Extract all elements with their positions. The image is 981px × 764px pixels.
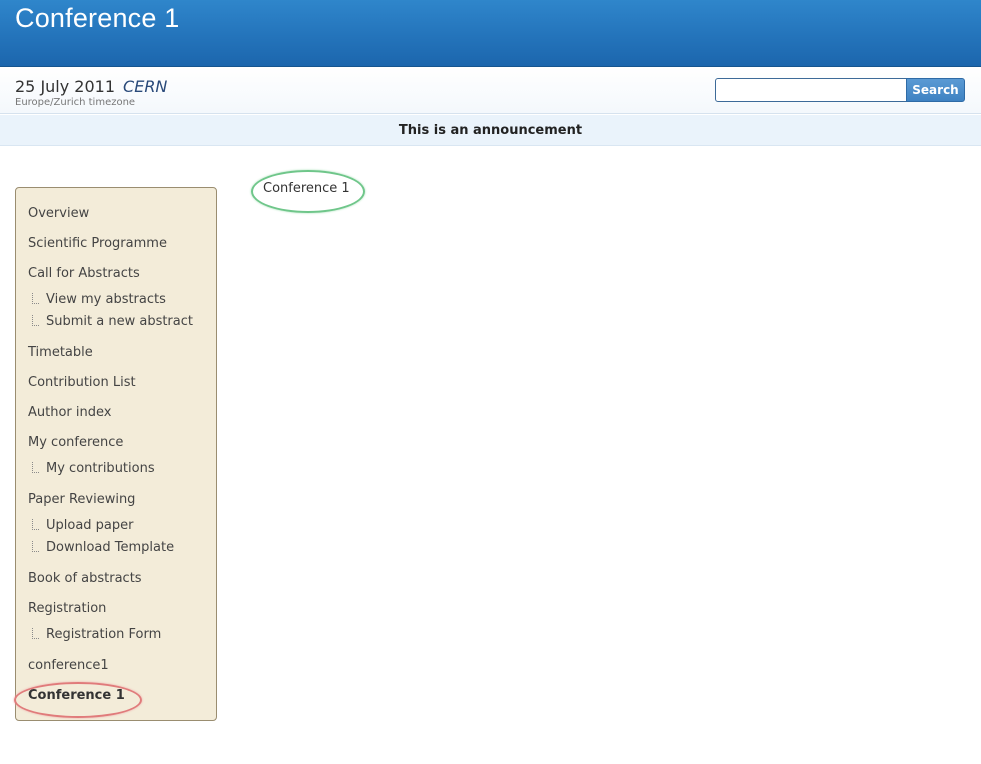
menu-subitem-my-contributions[interactable]: My contributions <box>30 461 155 476</box>
breadcrumb[interactable]: Conference 1 <box>263 181 350 196</box>
tree-connector-icon <box>32 293 39 304</box>
menu-subitem-registration-form[interactable]: Registration Form <box>30 627 161 642</box>
menu-item-scientific-programme[interactable]: Scientific Programme <box>28 236 167 251</box>
search-button[interactable]: Search <box>906 78 965 102</box>
tree-connector-icon <box>32 462 39 473</box>
menu-subitem-upload-paper[interactable]: Upload paper <box>30 518 134 533</box>
menu-subitem-label: Upload paper <box>46 518 134 533</box>
announcement-banner: This is an announcement <box>0 115 981 146</box>
menu-item-overview[interactable]: Overview <box>28 206 89 221</box>
menu-subitem-label: Download Template <box>46 540 175 555</box>
search-input[interactable] <box>715 78 907 102</box>
menu-subitem-view-my-abstracts[interactable]: View my abstracts <box>30 292 166 307</box>
menu-item-conference1[interactable]: conference1 <box>28 658 109 673</box>
menu-item-timetable[interactable]: Timetable <box>28 345 93 360</box>
tree-connector-icon <box>32 628 39 639</box>
menu-subitem-label: My contributions <box>46 461 155 476</box>
page-banner: Conference 1 <box>0 0 981 67</box>
menu-item-paper-reviewing[interactable]: Paper Reviewing <box>28 492 135 507</box>
menu-item-contribution-list[interactable]: Contribution List <box>28 375 136 390</box>
menu-subitem-label: Registration Form <box>46 627 162 642</box>
menu-item-call-for-abstracts[interactable]: Call for Abstracts <box>28 266 140 281</box>
menu-subitem-label: View my abstracts <box>46 292 166 307</box>
menu-subitem-download-template[interactable]: Download Template <box>30 540 174 555</box>
menu-item-registration[interactable]: Registration <box>28 601 106 616</box>
menu-item-author-index[interactable]: Author index <box>28 405 111 420</box>
menu-item-book-of-abstracts[interactable]: Book of abstracts <box>28 571 142 586</box>
conference-date: 25 July 2011 <box>15 77 116 96</box>
menu-subitem-label: Submit a new abstract <box>46 314 193 329</box>
tree-connector-icon <box>32 519 39 530</box>
menu-subitem-submit-abstract[interactable]: Submit a new abstract <box>30 314 193 329</box>
timezone-label: Europe/Zurich timezone <box>15 97 136 108</box>
tree-connector-icon <box>32 541 39 552</box>
tree-connector-icon <box>32 315 39 326</box>
conference-location: CERN <box>123 77 168 96</box>
highlight-ring-red <box>14 682 142 718</box>
date-location: 25 July 2011 CERN <box>15 77 167 96</box>
menu-item-my-conference[interactable]: My conference <box>28 435 123 450</box>
conference-menu: Overview Scientific Programme Call for A… <box>15 187 217 721</box>
conference-title[interactable]: Conference 1 <box>15 3 180 34</box>
